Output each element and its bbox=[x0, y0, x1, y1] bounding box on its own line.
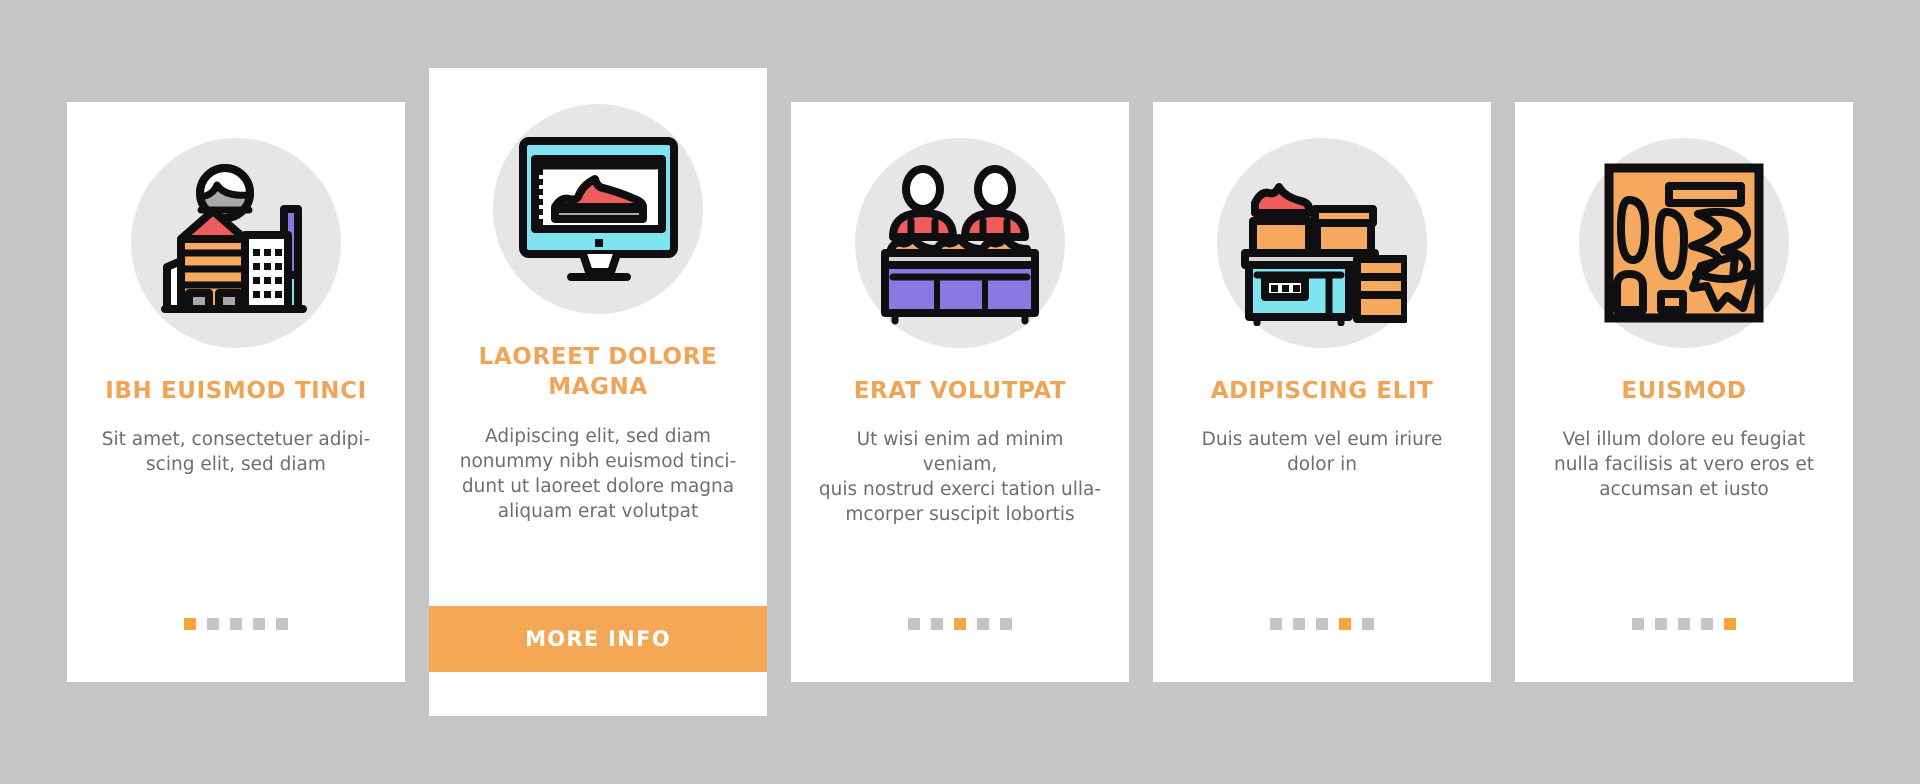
card-description: Vel illum dolore eu feugiat nulla facili… bbox=[1554, 429, 1814, 501]
pagination-dots[interactable] bbox=[1632, 618, 1736, 630]
pagination-dots[interactable] bbox=[908, 618, 1012, 630]
onboarding-card-5[interactable]: EUISMOD Vel illum dolore eu feugiat null… bbox=[1515, 102, 1853, 682]
card-description: Sit amet, consectetuer adipi- scing elit… bbox=[101, 429, 371, 476]
pagination-dot[interactable] bbox=[1000, 618, 1012, 630]
card-description: Adipiscing elit, sed diam nonummy nibh e… bbox=[459, 425, 737, 522]
card-description: Duis autem vel eum iriure dolor in bbox=[1201, 429, 1443, 476]
pagination-dot[interactable] bbox=[1701, 618, 1713, 630]
shop-counter-staff-icon bbox=[855, 138, 1065, 348]
pagination-dots[interactable] bbox=[1270, 618, 1374, 630]
pagination-dot[interactable] bbox=[954, 618, 966, 630]
pagination-dot[interactable] bbox=[276, 618, 288, 630]
pagination-dot[interactable] bbox=[1339, 618, 1351, 630]
onboarding-screens-stage: IBH EUISMOD TINCI Sit amet, consectetuer… bbox=[0, 0, 1920, 784]
pagination-dot[interactable] bbox=[1678, 618, 1690, 630]
pagination-dot[interactable] bbox=[253, 618, 265, 630]
pagination-dot[interactable] bbox=[207, 618, 219, 630]
onboarding-card-1[interactable]: IBH EUISMOD TINCI Sit amet, consectetuer… bbox=[67, 102, 405, 682]
card-row: IBH EUISMOD TINCI Sit amet, consectetuer… bbox=[67, 68, 1853, 716]
card-title: IBH EUISMOD TINCI bbox=[105, 378, 367, 404]
onboarding-card-2[interactable]: LAOREET DOLORE MAGNA Adipiscing elit, se… bbox=[429, 68, 767, 716]
factory-building-icon bbox=[131, 138, 341, 348]
pagination-dot[interactable] bbox=[1632, 618, 1644, 630]
pagination-dots[interactable] bbox=[184, 618, 288, 630]
card-description: Ut wisi enim ad minim veniam, quis nostr… bbox=[818, 429, 1102, 526]
pagination-dot[interactable] bbox=[1655, 618, 1667, 630]
shoe-pattern-cutout-icon bbox=[1579, 138, 1789, 348]
pagination-dot[interactable] bbox=[908, 618, 920, 630]
card-title: ERAT VOLUTPAT bbox=[853, 378, 1067, 404]
monitor-shoe-icon bbox=[493, 104, 703, 314]
pagination-dot[interactable] bbox=[1293, 618, 1305, 630]
card-title: LAOREET DOLORE MAGNA bbox=[478, 344, 718, 401]
pagination-dot[interactable] bbox=[1270, 618, 1282, 630]
card-title: EUISMOD bbox=[1621, 378, 1747, 404]
pagination-dot[interactable] bbox=[230, 618, 242, 630]
more-info-button[interactable]: MORE INFO bbox=[429, 606, 767, 672]
pagination-dot[interactable] bbox=[1316, 618, 1328, 630]
onboarding-card-3[interactable]: ERAT VOLUTPAT Ut wisi enim ad minim veni… bbox=[791, 102, 1129, 682]
card-title: ADIPISCING ELIT bbox=[1210, 378, 1434, 404]
pagination-dot[interactable] bbox=[1724, 618, 1736, 630]
pagination-dot[interactable] bbox=[1362, 618, 1374, 630]
pagination-dot[interactable] bbox=[977, 618, 989, 630]
shoe-box-shelf-icon bbox=[1217, 138, 1427, 348]
onboarding-card-4[interactable]: ADIPISCING ELIT Duis autem vel eum iriur… bbox=[1153, 102, 1491, 682]
pagination-dot[interactable] bbox=[184, 618, 196, 630]
pagination-dot[interactable] bbox=[931, 618, 943, 630]
